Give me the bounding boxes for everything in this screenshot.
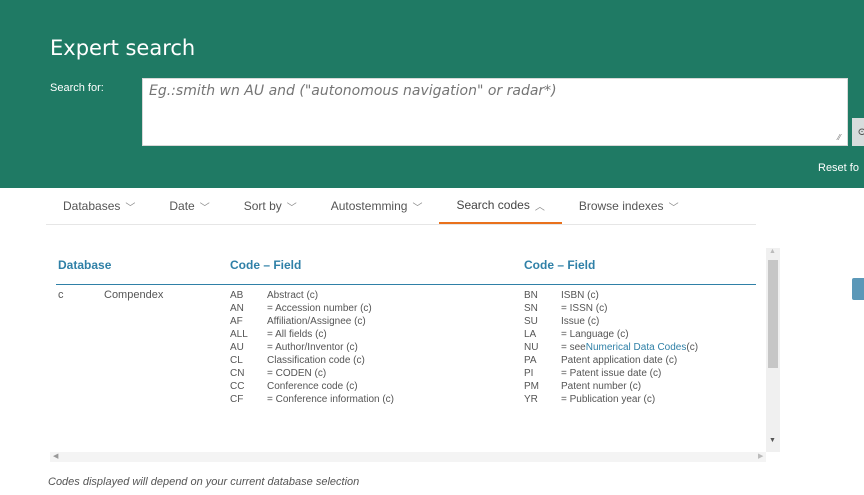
reset-form-link[interactable]: Reset fo xyxy=(818,162,859,174)
search-options-tabs: Databases ﹀ Date ﹀ Sort by ﹀ Autostemming ﹀ … xyxy=(46,188,696,224)
chevron-down-icon: ﹀ xyxy=(412,202,423,214)
list-item: CF = Conference information (c) xyxy=(230,394,395,405)
tab-sort-by[interactable]: Sort by ﹀ xyxy=(227,188,314,224)
codes-list-2: BN ISBN (c) SN = ISSN (c) SU Issue (c) LA = … xyxy=(524,289,698,406)
tab-browse-indexes[interactable]: Browse indexes ﹀ xyxy=(562,188,696,224)
scroll-right-icon[interactable]: ▶ xyxy=(758,452,763,460)
resize-grip-icon[interactable]: ⁄⁄ xyxy=(838,133,841,142)
list-item: AB Abstract (c) xyxy=(230,290,319,301)
list-item: YR = Publication year (c) xyxy=(524,394,656,405)
scroll-left-icon[interactable]: ◀ xyxy=(53,452,58,460)
side-panel-button[interactable] xyxy=(852,278,864,300)
scroll-up-icon[interactable]: ▲ xyxy=(769,248,776,255)
chevron-down-icon: ﹀ xyxy=(125,202,136,214)
database-name: Compendex xyxy=(104,289,164,301)
chevron-down-icon: ﹀ xyxy=(286,202,297,214)
tab-search-codes[interactable]: Search codes ︿ xyxy=(439,188,562,224)
scroll-down-icon[interactable]: ▼ xyxy=(769,437,776,444)
codes-footnote: Codes displayed will depend on your curr… xyxy=(48,476,360,488)
code-field-column-header: Code – Field xyxy=(230,258,302,272)
chevron-up-icon: ︿ xyxy=(534,201,545,213)
numerical-data-codes-link[interactable]: Numerical Data Codes xyxy=(586,341,687,354)
list-item: AN = Accession number (c) xyxy=(230,303,372,314)
list-item: AU = Author/Inventor (c) xyxy=(230,342,358,353)
list-item: CL Classification code (c) xyxy=(230,355,365,366)
list-item: AF Affiliation/Assignee (c) xyxy=(230,316,366,327)
chevron-down-icon: ﹀ xyxy=(668,202,679,214)
tab-autostemming[interactable]: Autostemming ﹀ xyxy=(314,188,440,224)
list-item: PA Patent application date (c) xyxy=(524,355,678,366)
list-item: PI = Patent issue date (c) xyxy=(524,368,662,379)
chevron-down-icon: ﹀ xyxy=(199,202,210,214)
search-codes-panel: Database Code – Field Code – Field c Com… xyxy=(50,246,766,458)
database-letter: c xyxy=(58,289,64,301)
expert-search-header: Expert search Search for: ⁄⁄ ⵙ Reset fo xyxy=(0,0,864,188)
search-button[interactable]: ⵙ xyxy=(852,118,864,146)
list-item: LA = Language (c) xyxy=(524,329,629,340)
list-item: PM Patent number (c) xyxy=(524,381,642,392)
vertical-scrollbar[interactable]: ▲ ▼ xyxy=(766,248,780,452)
search-for-label: Search for: xyxy=(50,82,104,94)
tab-databases[interactable]: Databases ﹀ xyxy=(46,188,152,224)
scrollbar-thumb[interactable] xyxy=(768,260,778,368)
tab-date[interactable]: Date ﹀ xyxy=(152,188,226,224)
list-item: SN = ISSN (c) xyxy=(524,303,608,314)
header-divider xyxy=(56,284,756,285)
page-title: Expert search xyxy=(50,36,196,60)
tabs-divider xyxy=(46,224,756,225)
list-item: NU = see Numerical Data Codes (c) xyxy=(524,341,699,354)
list-item: CN = CODEN (c) xyxy=(230,368,327,379)
horizontal-scrollbar[interactable]: ◀ ▶ xyxy=(50,452,766,462)
list-item: CC Conference code (c) xyxy=(230,381,358,392)
list-item: BN ISBN (c) xyxy=(524,290,599,301)
code-field-column-header-2: Code – Field xyxy=(524,258,596,272)
list-item: ALL = All fields (c) xyxy=(230,329,327,340)
list-item: SU Issue (c) xyxy=(524,316,600,327)
search-input[interactable] xyxy=(142,78,848,146)
database-column-header: Database xyxy=(58,258,112,272)
codes-list-1: AB Abstract (c) AN = Accession number (c) … xyxy=(230,289,394,406)
